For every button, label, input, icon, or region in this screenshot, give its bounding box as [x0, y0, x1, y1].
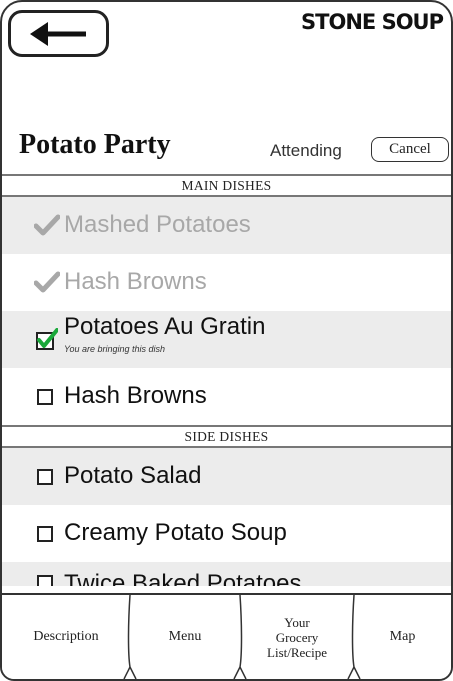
arrow-left-icon [29, 21, 86, 46]
dish-label: Mashed Potatoes [64, 211, 251, 238]
dish-item-creamy-potato-soup[interactable]: Creamy Potato Soup [2, 505, 451, 562]
attendance-status: Attending [270, 141, 342, 160]
brand-logo: STONE SOUP [301, 10, 444, 34]
checkbox-icon[interactable] [37, 389, 53, 405]
tab-grocery-line2: Grocery [275, 629, 319, 645]
dish-label: Hash Browns [64, 268, 207, 295]
checkbox-icon[interactable] [37, 526, 53, 542]
checkbox-checked-icon[interactable] [36, 328, 58, 350]
dish-item-potato-salad[interactable]: Potato Salad [2, 448, 451, 505]
checkbox-icon[interactable] [37, 469, 53, 485]
dish-label: Twice Baked Potatoes [64, 570, 302, 586]
bottom-tab-bar: Description Menu Your Grocery List/Recip… [2, 593, 451, 679]
tab-menu[interactable]: Menu [130, 595, 240, 679]
checkmark-icon [34, 214, 60, 236]
back-button[interactable] [8, 10, 109, 57]
tab-grocery-line1: Your [284, 614, 310, 630]
dish-item-mashed-potatoes: Mashed Potatoes [2, 197, 451, 254]
dish-label: Hash Browns [64, 382, 207, 409]
dish-item-hash-browns-taken: Hash Browns [2, 254, 451, 311]
cancel-button[interactable]: Cancel [371, 137, 449, 162]
dish-label: Potato Salad [64, 462, 202, 489]
section-header-main: MAIN DISHES [2, 174, 451, 197]
checkmark-icon [34, 271, 60, 293]
tab-description[interactable]: Description [2, 595, 130, 679]
dish-list: MAIN DISHES Mashed Potatoes Hash Browns … [2, 174, 451, 586]
app-frame: STONE SOUP Potato Party Attending Cancel… [0, 0, 453, 681]
dish-item-hash-browns[interactable]: Hash Browns [2, 368, 451, 425]
dish-item-potatoes-au-gratin[interactable]: Potatoes Au Gratin You are bringing this… [2, 311, 451, 368]
page-title: Potato Party [19, 129, 171, 160]
tab-map[interactable]: Map [354, 595, 451, 679]
section-header-side: SIDE DISHES [2, 425, 451, 448]
tab-grocery-line3: List/Recipe [267, 644, 327, 660]
bringing-note: You are bringing this dish [64, 344, 166, 354]
dish-label: Creamy Potato Soup [64, 519, 287, 546]
dish-item-twice-baked-potatoes[interactable]: Twice Baked Potatoes [2, 562, 451, 586]
dish-label: Potatoes Au Gratin [64, 313, 266, 340]
checkbox-icon[interactable] [37, 575, 53, 586]
tab-grocery-list[interactable]: Your Grocery List/Recipe [240, 595, 354, 679]
